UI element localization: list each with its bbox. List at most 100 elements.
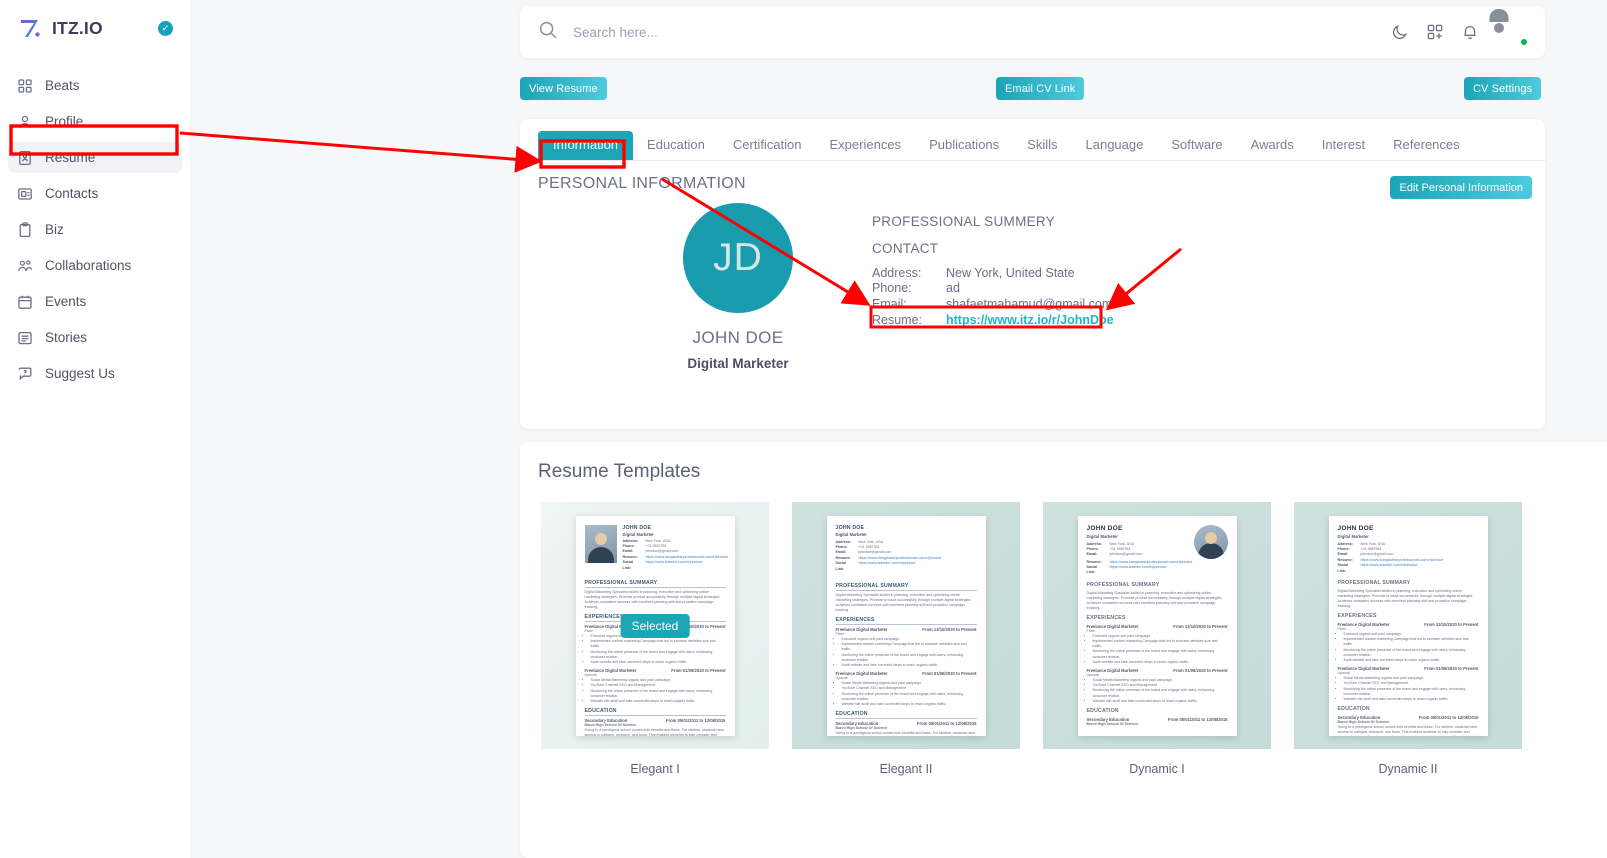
- profile-name: JOHN DOE: [692, 328, 783, 348]
- resume-section-tabs: Information Education Certification Expe…: [520, 119, 1545, 161]
- tab-information[interactable]: Information: [538, 131, 633, 160]
- contact-label: Phone:: [872, 281, 946, 296]
- sidebar-item-label: Stories: [45, 330, 87, 345]
- template-preview: JOHN DOE Digital Marketer Address:New Yo…: [1329, 516, 1488, 736]
- sidebar-item-label: Profile: [45, 114, 83, 129]
- calendar-icon: [17, 294, 33, 310]
- templates-grid: JOHN DOE Digital Marketer Address:New Yo…: [541, 502, 1522, 776]
- preview-summary-heading: PROFESSIONAL SUMMARY: [585, 580, 726, 588]
- cv-settings-button[interactable]: CV Settings: [1464, 77, 1541, 100]
- contact-block: PROFESSIONAL SUMMERY CONTACT Address: Ne…: [872, 214, 1292, 328]
- sidebar-item-label: Biz: [45, 222, 64, 237]
- sidebar-item-events[interactable]: Events: [0, 286, 190, 317]
- sidebar-item-label: Events: [45, 294, 86, 309]
- profile-role: Digital Marketer: [687, 356, 788, 371]
- bell-icon[interactable]: [1461, 23, 1479, 41]
- tab-references[interactable]: References: [1379, 131, 1473, 160]
- template-thumbnail[interactable]: JOHN DOE Digital Marketer Address:New Yo…: [792, 502, 1020, 749]
- template-label: Elegant I: [541, 762, 769, 776]
- sidebar-item-contacts[interactable]: Contacts: [0, 178, 190, 209]
- professional-summary-heading: PROFESSIONAL SUMMERY: [872, 214, 1292, 229]
- sidebar-item-beats[interactable]: Beats: [0, 70, 190, 101]
- tab-publications[interactable]: Publications: [915, 131, 1013, 160]
- contact-label: Resume:: [872, 313, 946, 328]
- contact-value: shafaetmahamud@gmail.com: [946, 297, 1112, 312]
- tab-awards[interactable]: Awards: [1237, 131, 1308, 160]
- preview-photo: [1194, 525, 1228, 559]
- contact-heading: CONTACT: [872, 241, 1292, 256]
- search-input[interactable]: [573, 25, 953, 40]
- tab-skills[interactable]: Skills: [1013, 131, 1071, 160]
- section-title: Resume Templates: [538, 461, 700, 483]
- chat-question-icon: [17, 366, 33, 382]
- sidebar-item-stories[interactable]: Stories: [0, 322, 190, 353]
- template-label: Dynamic I: [1043, 762, 1271, 776]
- contact-value: New York, United State: [946, 266, 1075, 281]
- sidebar-item-collaborations[interactable]: Collaborations: [0, 250, 190, 281]
- contact-label: Address:: [872, 266, 946, 281]
- sidebar-item-profile[interactable]: Profile: [0, 106, 190, 137]
- brand-logo[interactable]: ITZ.IO ✓: [0, 0, 190, 56]
- template-thumbnail[interactable]: JOHN DOE Digital Marketer Address:New Yo…: [541, 502, 769, 749]
- template-label: Elegant II: [792, 762, 1020, 776]
- apps-add-icon[interactable]: [1426, 23, 1444, 41]
- personal-information-card: Information Education Certification Expe…: [520, 119, 1545, 429]
- template-thumbnail[interactable]: JOHN DOE Digital Marketer Address:New Yo…: [1294, 502, 1522, 749]
- tab-experiences[interactable]: Experiences: [816, 131, 916, 160]
- avatar[interactable]: [1499, 18, 1527, 46]
- contact-rows: Address: New York, United State Phone: a…: [872, 266, 1292, 328]
- preview-role: Digital Marketer: [623, 532, 729, 537]
- template-card-dynamic-i[interactable]: JOHN DOE Digital Marketer Address:New Yo…: [1043, 502, 1271, 776]
- sidebar-item-resume[interactable]: Resume: [8, 142, 182, 173]
- resume-link[interactable]: https://www.itz.io/r/JohnDoe: [946, 313, 1114, 328]
- contact-row-email: Email: shafaetmahamud@gmail.com: [872, 297, 1292, 312]
- moon-icon[interactable]: [1391, 23, 1409, 41]
- tab-interest[interactable]: Interest: [1308, 131, 1379, 160]
- sidebar-item-label: Suggest Us: [45, 366, 115, 381]
- contact-row-resume: Resume: https://www.itz.io/r/JohnDoe: [872, 313, 1292, 328]
- preview-photo: [585, 525, 617, 563]
- seven-logo-icon: [17, 15, 43, 41]
- view-resume-button[interactable]: View Resume: [520, 77, 607, 100]
- template-thumbnail[interactable]: JOHN DOE Digital Marketer Address:New Yo…: [1043, 502, 1271, 749]
- sidebar-item-label: Collaborations: [45, 258, 131, 273]
- main-content: View Resume Email CV Link CV Settings In…: [520, 0, 1607, 858]
- selected-badge: Selected: [621, 614, 690, 638]
- page-title: PERSONAL INFORMATION: [538, 175, 746, 193]
- top-bar-icons: [1391, 18, 1527, 46]
- email-cv-link-button[interactable]: Email CV Link: [996, 77, 1084, 100]
- sidebar-item-biz[interactable]: Biz: [0, 214, 190, 245]
- tab-certification[interactable]: Certification: [719, 131, 816, 160]
- template-card-elegant-i[interactable]: JOHN DOE Digital Marketer Address:New Yo…: [541, 502, 769, 776]
- clipboard-icon: [17, 222, 33, 238]
- contact-row-phone: Phone: ad: [872, 281, 1292, 296]
- preview-education-heading: EDUCATION: [585, 708, 726, 716]
- avatar-initials: JD: [683, 203, 793, 313]
- sidebar: ITZ.IO ✓ Beats Profile: [0, 0, 190, 858]
- user-icon: [17, 114, 33, 130]
- template-card-elegant-ii[interactable]: JOHN DOE Digital Marketer Address:New Yo…: [792, 502, 1020, 776]
- check-badge-icon: ✓: [158, 21, 173, 36]
- sidebar-item-label: Contacts: [45, 186, 98, 201]
- sidebar-item-suggest-us[interactable]: Suggest Us: [0, 358, 190, 389]
- template-card-dynamic-ii[interactable]: JOHN DOE Digital Marketer Address:New Yo…: [1294, 502, 1522, 776]
- tab-language[interactable]: Language: [1072, 131, 1158, 160]
- profile-summary-block: JD JOHN DOE Digital Marketer: [628, 203, 848, 371]
- tab-software[interactable]: Software: [1157, 131, 1236, 160]
- edit-personal-information-button[interactable]: Edit Personal Information: [1390, 176, 1532, 199]
- search-icon: [538, 20, 558, 45]
- sidebar-nav: Beats Profile Resume: [0, 70, 190, 389]
- grid-icon: [17, 78, 33, 94]
- content-gutter: [190, 0, 520, 858]
- document-id-icon: [17, 150, 33, 166]
- brand-name: ITZ.IO: [52, 18, 103, 39]
- tab-education[interactable]: Education: [633, 131, 719, 160]
- template-label: Dynamic II: [1294, 762, 1522, 776]
- preview-field: Social Link:https://www.linkedin.com/in/…: [623, 560, 729, 571]
- preview-name: JOHN DOE: [623, 525, 729, 531]
- sidebar-item-label: Resume: [45, 150, 95, 165]
- template-preview: JOHN DOE Digital Marketer Address:New Yo…: [1078, 516, 1237, 736]
- status-online-badge: [1520, 38, 1528, 46]
- search-area[interactable]: [538, 20, 1391, 45]
- template-preview: JOHN DOE Digital Marketer Address:New Yo…: [827, 516, 986, 736]
